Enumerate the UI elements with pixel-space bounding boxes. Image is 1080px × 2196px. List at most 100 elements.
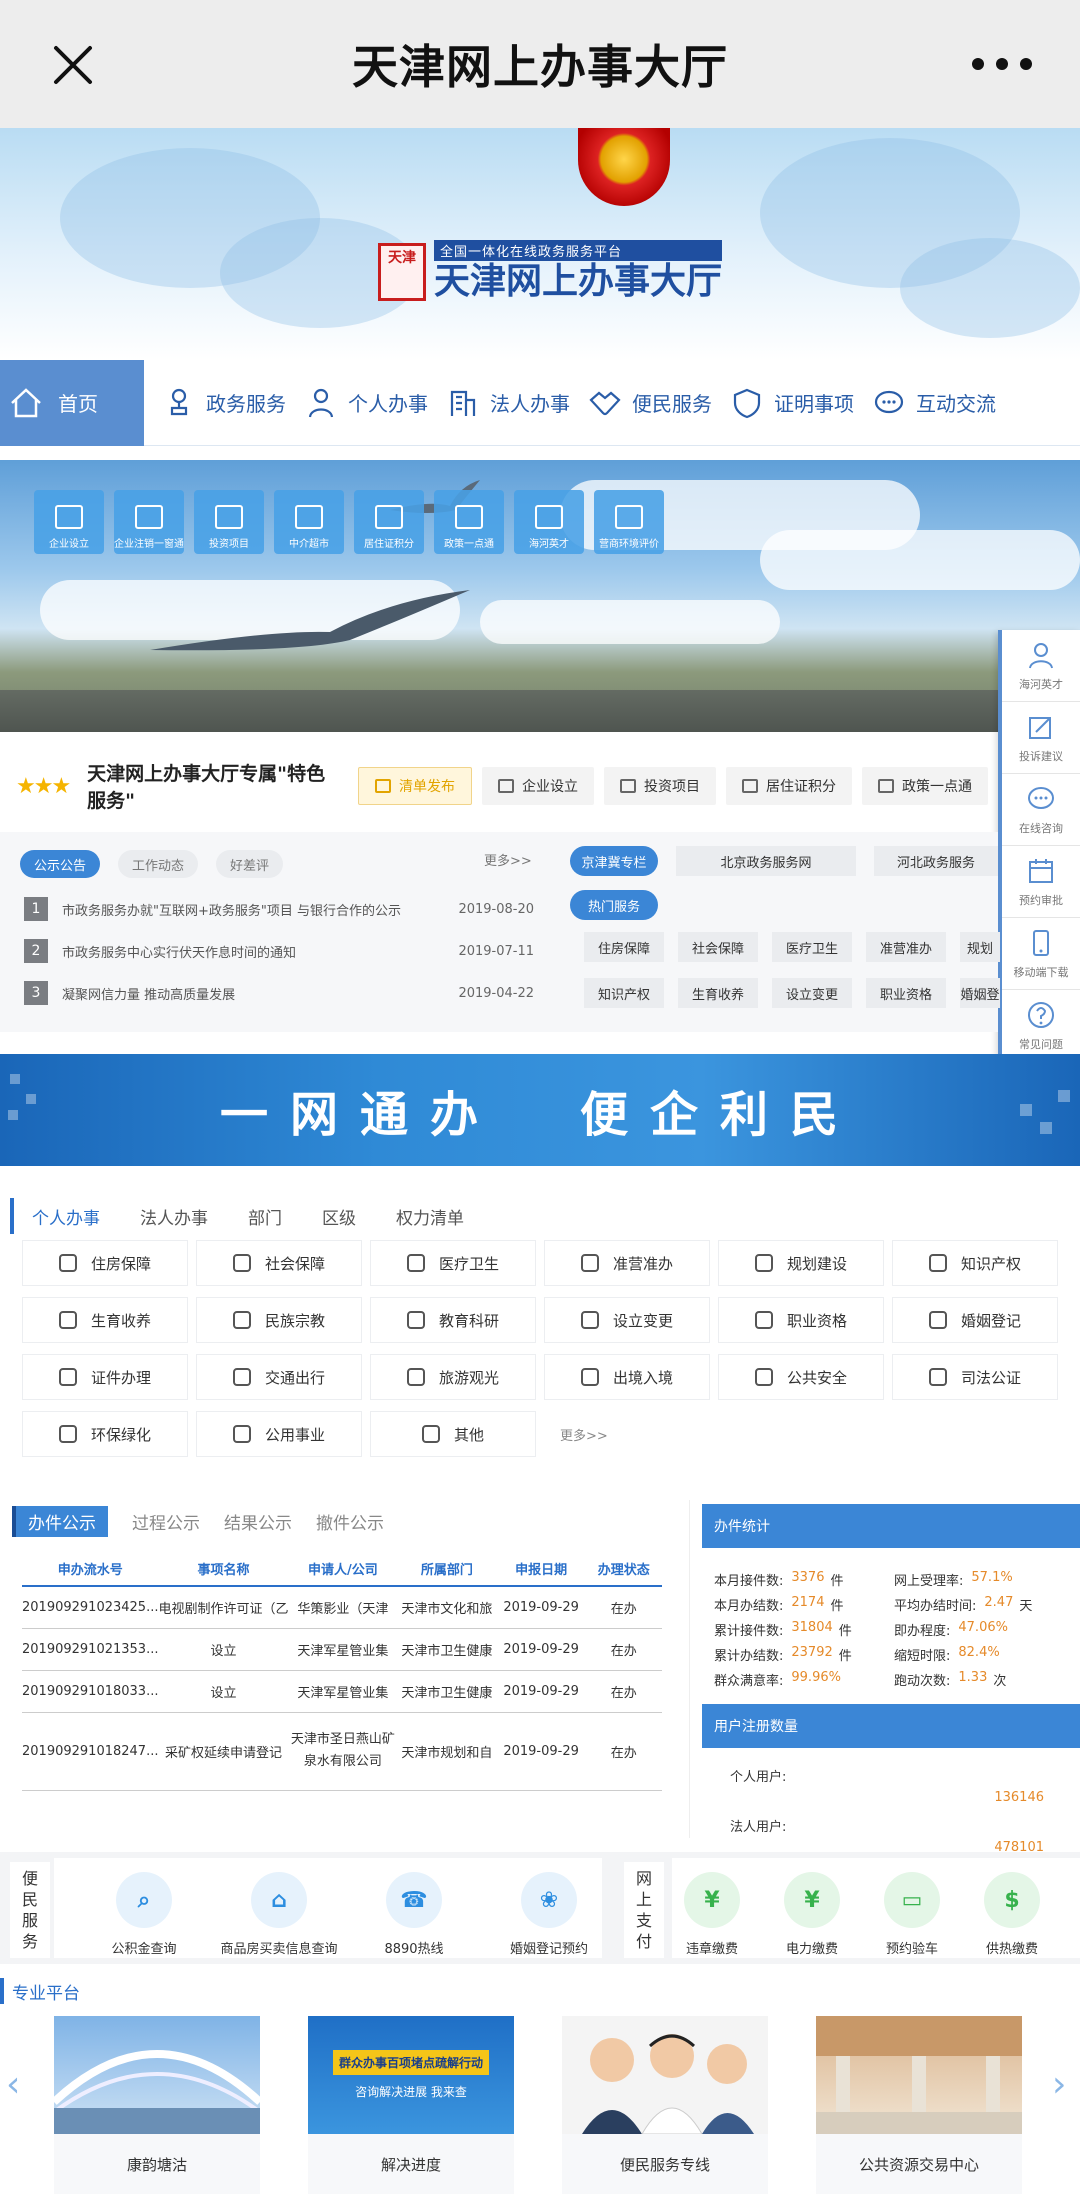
convenience-service[interactable]: ⌂ 商品房买卖信息查询 (209, 1872, 349, 1957)
more-dot-icon (1020, 58, 1032, 70)
pro-card[interactable]: 康韵塘沽 (54, 2016, 260, 2196)
category-item[interactable]: 公共安全 (718, 1354, 884, 1400)
category-tab[interactable]: 权力清单 (396, 1204, 464, 1229)
category-item[interactable]: 教育科研 (370, 1297, 536, 1343)
category-item[interactable]: 公用事业 (196, 1411, 362, 1457)
category-item[interactable]: 环保绿化 (22, 1411, 188, 1457)
stats-row: 累计接件数: 31804 件 即办程度: 47.06% (714, 1620, 1074, 1639)
announcement-row[interactable]: 3 凝聚网信力量 推动高质量发展 2019-04-22 (24, 978, 534, 1008)
pro-card[interactable]: 群众办事百项堵点疏解行动 咨询解决进展 我来查 解决进度 (308, 2016, 514, 2196)
special-chip[interactable]: 居住证积分 (726, 767, 852, 805)
service-chip[interactable]: 北京政务服务网 (676, 846, 856, 876)
announcement-row[interactable]: 1 市政务服务办就"互联网+政务服务"项目 与银行合作的公示 2019-08-20 (24, 894, 534, 924)
special-chip[interactable]: 清单发布 (358, 767, 472, 805)
hero-tile[interactable]: 企业注销一窗通 (114, 490, 184, 554)
category-tab[interactable]: 个人办事 (32, 1204, 100, 1229)
special-chip[interactable]: 投资项目 (604, 767, 716, 805)
hero-banner[interactable]: 企业设立 企业注销一窗通 投资项目 中介超市 居住证积分 政策一点通 海河英才 营商环境评价 (0, 460, 1080, 732)
side-item[interactable]: 移动端下载 (1002, 918, 1080, 990)
convenience-service[interactable]: ❀ 婚姻登记预约 (479, 1872, 619, 1957)
side-item[interactable]: 预约审批 (1002, 846, 1080, 918)
hero-tile[interactable]: 投资项目 (194, 490, 264, 554)
carousel-prev-icon[interactable]: ‹ (6, 2064, 20, 2105)
category-item[interactable]: 证件办理 (22, 1354, 188, 1400)
category-item[interactable]: 出境入境 (544, 1354, 710, 1400)
public-notice-tab[interactable]: 撤件公示 (316, 1509, 384, 1534)
hero-tile[interactable]: 中介超市 (274, 490, 344, 554)
category-item[interactable]: 设立变更 (544, 1297, 710, 1343)
nav-item-certificate[interactable]: 证明事项 (730, 386, 854, 420)
site-logo[interactable]: 天津 全国一体化在线政务服务平台 天津网上办事大厅 (378, 240, 723, 303)
category-item[interactable]: 旅游观光 (370, 1354, 536, 1400)
table-row[interactable]: 20190929102135​3... 设立 天津军星管业集 天津市卫生健康 2019-… (22, 1628, 662, 1671)
public-notice-tab[interactable]: 结果公示 (224, 1509, 292, 1534)
side-item[interactable]: 海河英才 (1002, 630, 1080, 702)
nav-item-personal[interactable]: 个人办事 (304, 386, 428, 420)
nav-home[interactable]: 首页 (0, 359, 144, 446)
carousel-next-icon[interactable]: › (1052, 2064, 1066, 2105)
service-chip[interactable]: 医疗卫生 (772, 932, 852, 962)
nav-item-legal[interactable]: 法人办事 (446, 386, 570, 420)
side-item[interactable]: 在线咨询 (1002, 774, 1080, 846)
side-item[interactable]: 常见问题 (1002, 990, 1080, 1062)
category-item[interactable]: 医疗卫生 (370, 1240, 536, 1286)
service-chip[interactable]: 社会保障 (678, 932, 758, 962)
public-notice-tab[interactable]: 办件公示 (12, 1505, 108, 1537)
category-tab[interactable]: 法人办事 (140, 1204, 208, 1229)
more-menu-button[interactable] (972, 52, 1032, 76)
announcement-more-link[interactable]: 更多>> (484, 850, 532, 869)
category-item[interactable]: 知识产权 (892, 1240, 1058, 1286)
category-item[interactable]: 职业资格 (718, 1297, 884, 1343)
payment-service[interactable]: $ 供热缴费 (942, 1872, 1080, 1957)
category-item[interactable]: 社会保障 (196, 1240, 362, 1286)
service-chip[interactable]: 知识产权 (584, 978, 664, 1008)
service-chip[interactable]: 住房保障 (584, 932, 664, 962)
nav-item-interact[interactable]: 互动交流 (872, 386, 996, 420)
category-item[interactable]: 司法公证 (892, 1354, 1058, 1400)
category-item[interactable]: 准营准办 (544, 1240, 710, 1286)
side-item[interactable]: 投诉建议 (1002, 702, 1080, 774)
service-chip[interactable]: 职业资格 (866, 978, 946, 1008)
nav-item-convenience[interactable]: 便民服务 (588, 386, 712, 420)
category-tab[interactable]: 区级 (322, 1204, 356, 1229)
service-chip[interactable]: 河北政务服务 (874, 846, 998, 876)
hero-tile[interactable]: 企业设立 (34, 490, 104, 554)
pro-card[interactable]: 便民服务专线 (562, 2016, 768, 2196)
public-notice-tab[interactable]: 过程公示 (132, 1509, 200, 1534)
nav-item-gov-service[interactable]: 政务服务 (162, 386, 286, 420)
service-chip[interactable]: 准营准办 (866, 932, 946, 962)
convenience-service[interactable]: ⌕ 公积金查询 (74, 1872, 214, 1957)
announcement-row[interactable]: 2 市政务服务中心实行伏天作息时间的通知 2019-07-11 (24, 936, 534, 966)
table-row[interactable]: 20190929101803​3... 设立 天津军星管业集 天津市卫生健康 2019-… (22, 1670, 662, 1713)
convenience-service[interactable]: ☎ 8890热线 (344, 1872, 484, 1957)
table-cell: 20190929101824​7... (22, 1712, 159, 1791)
pro-card[interactable]: 公共资源交易中心 (816, 2016, 1022, 2196)
table-row[interactable]: 20190929101824​7... 采矿权延续申请登记 天津市圣日燕山矿泉水有限… (22, 1712, 662, 1791)
service-chip[interactable]: 婚姻登 (960, 978, 1000, 1008)
category-item[interactable]: 其他 (370, 1411, 536, 1457)
category-tab[interactable]: 部门 (248, 1204, 282, 1229)
service-chip[interactable]: 生育收养 (678, 978, 758, 1008)
category-item[interactable]: 婚姻登记 (892, 1297, 1058, 1343)
service-chip[interactable]: 规划 (960, 932, 1000, 962)
announcement-tab[interactable]: 好差评 (216, 850, 284, 878)
hero-tile[interactable]: 政策一点通 (434, 490, 504, 554)
hero-tile[interactable]: 海河英才 (514, 490, 584, 554)
announcement-tab[interactable]: 公示公告 (20, 850, 101, 878)
category-item[interactable]: 交通出行 (196, 1354, 362, 1400)
close-button[interactable] (48, 40, 98, 90)
special-chip[interactable]: 企业设立 (482, 767, 594, 805)
category-item[interactable]: 民族宗教 (196, 1297, 362, 1343)
category-item[interactable]: 规划建设 (718, 1240, 884, 1286)
section-tab[interactable]: 京津冀专栏 (570, 846, 658, 876)
table-row[interactable]: 20190929102342​5... 电视剧制作许可证（乙 华策影业（天津 天津市文… (22, 1586, 662, 1629)
service-chip[interactable]: 设立变更 (772, 978, 852, 1008)
category-more-link[interactable]: 更多>> (544, 1411, 710, 1457)
hero-tile[interactable]: 居住证积分 (354, 490, 424, 554)
special-chip[interactable]: 政策一点通 (862, 767, 988, 805)
hero-tile[interactable]: 营商环境评价 (594, 490, 664, 554)
section-tab[interactable]: 热门服务 (570, 890, 658, 920)
announcement-tab[interactable]: 工作动态 (118, 850, 199, 878)
category-item[interactable]: 生育收养 (22, 1297, 188, 1343)
category-item[interactable]: 住房保障 (22, 1240, 188, 1286)
